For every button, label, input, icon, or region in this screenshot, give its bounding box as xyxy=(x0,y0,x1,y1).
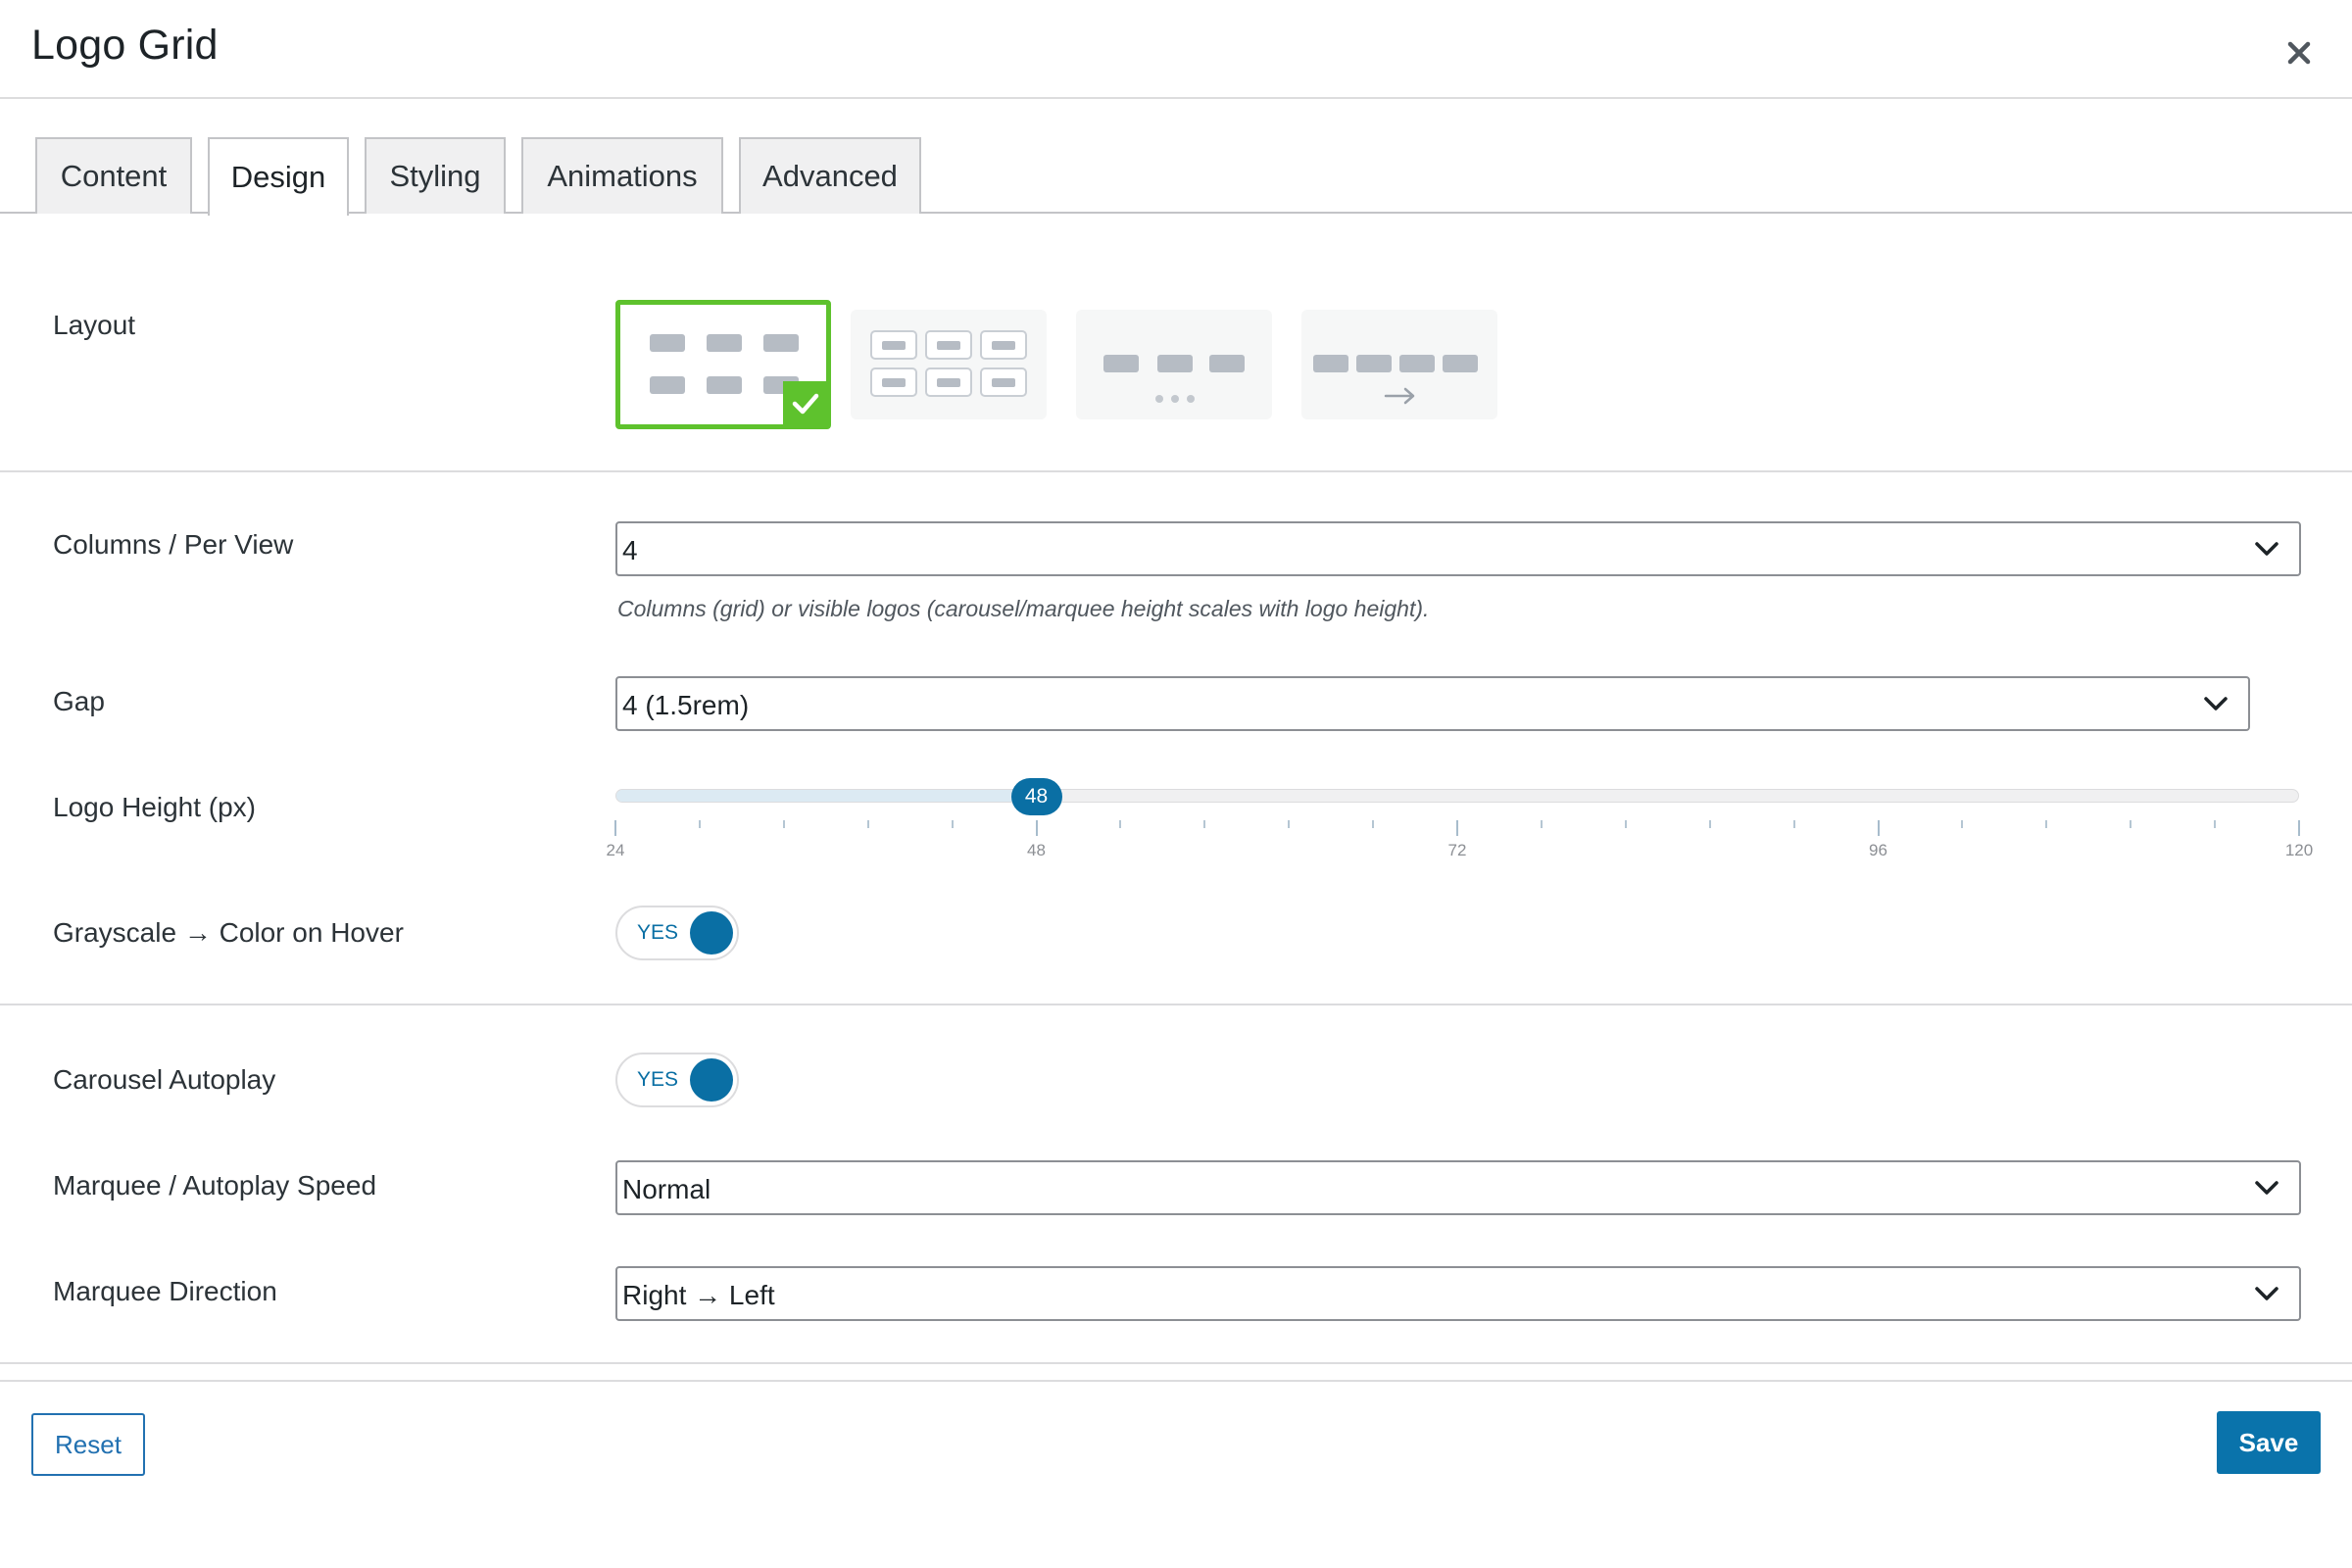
logo-height-label: Logo Height (px) xyxy=(53,792,257,822)
card-cell xyxy=(870,330,917,360)
logo-grid-modal: Logo Grid Content Design Styling Animati… xyxy=(0,0,2352,1568)
autoplay-toggle-text: YES xyxy=(637,1068,679,1091)
card-cell xyxy=(980,368,1027,397)
slider-tick xyxy=(1624,820,1627,828)
toggle-knob xyxy=(690,1058,733,1102)
toggle-knob xyxy=(690,911,733,955)
card-cell xyxy=(870,368,917,397)
carousel-block xyxy=(1157,355,1193,372)
columns-help-text: Columns (grid) or visible logos (carouse… xyxy=(617,596,1430,621)
slider-tick xyxy=(782,820,785,828)
speed-value: Normal xyxy=(622,1174,711,1204)
footer-divider xyxy=(0,1380,2352,1382)
card-cell xyxy=(925,368,972,397)
layout-option-grid[interactable] xyxy=(615,300,831,429)
slider-tick xyxy=(1792,820,1795,828)
slider-tick xyxy=(1456,820,1458,836)
slider-tick xyxy=(2130,820,2132,828)
grid-block xyxy=(650,334,685,352)
modal-title: Logo Grid xyxy=(31,22,219,69)
slider-tick xyxy=(1708,820,1711,828)
tab-content[interactable]: Content xyxy=(35,137,192,214)
autoplay-toggle[interactable]: YES xyxy=(615,1053,739,1107)
chevron-down-icon xyxy=(2255,542,2278,556)
grid-block xyxy=(763,334,799,352)
slider-tick xyxy=(1119,820,1122,828)
selected-check-badge xyxy=(783,381,828,426)
carousel-block xyxy=(1209,355,1245,372)
slider-tick xyxy=(698,820,701,828)
chevron-down-icon xyxy=(2204,697,2228,710)
columns-value: 4 xyxy=(622,535,638,565)
columns-label: Columns / Per View xyxy=(53,529,294,560)
slider-tick xyxy=(1540,820,1543,828)
gap-select[interactable]: 4 (1.5rem) xyxy=(615,676,2250,731)
slider-tick xyxy=(1877,820,1880,836)
check-icon xyxy=(792,393,819,415)
grid-block xyxy=(707,334,742,352)
columns-select[interactable]: 4 xyxy=(615,521,2301,576)
slider-tick-label: 72 xyxy=(1447,841,1467,859)
tab-advanced[interactable]: Advanced xyxy=(739,137,921,214)
slider-tick-label: 120 xyxy=(2284,841,2314,859)
carousel-block xyxy=(1103,355,1139,372)
marquee-block xyxy=(1356,355,1392,372)
grid-block xyxy=(707,376,742,394)
tab-styling[interactable]: Styling xyxy=(365,137,506,214)
tab-animations[interactable]: Animations xyxy=(521,137,723,214)
section-divider xyxy=(0,1362,2352,1364)
marquee-block xyxy=(1399,355,1435,372)
logo-height-slider-handle[interactable]: 48 xyxy=(1010,778,1062,815)
slider-tick xyxy=(1288,820,1291,828)
logo-height-slider-track[interactable] xyxy=(615,789,2299,803)
slider-tick xyxy=(866,820,869,828)
save-button[interactable]: Save xyxy=(2217,1411,2321,1474)
slider-tick xyxy=(614,820,616,836)
marquee-block xyxy=(1443,355,1478,372)
chevron-down-icon xyxy=(2255,1287,2278,1300)
grayscale-label: Grayscale → Color on Hover xyxy=(53,917,404,948)
slider-tick-label: 48 xyxy=(1027,841,1046,859)
slider-tick xyxy=(2214,820,2217,828)
layout-option-marquee[interactable] xyxy=(1301,310,1497,419)
speed-select[interactable]: Normal xyxy=(615,1160,2301,1215)
slider-tick xyxy=(1372,820,1375,828)
direction-value: Right → Left xyxy=(622,1280,775,1310)
tab-design[interactable]: Design xyxy=(208,137,349,216)
direction-label: Marquee Direction xyxy=(53,1276,277,1306)
card-cell xyxy=(980,330,1027,360)
layout-option-cards[interactable] xyxy=(851,310,1047,419)
slider-tick xyxy=(1961,820,1964,828)
slider-fill xyxy=(616,790,1038,802)
reset-button[interactable]: Reset xyxy=(31,1413,145,1476)
section-divider xyxy=(0,470,2352,472)
chevron-down-icon xyxy=(2255,1181,2278,1195)
close-icon xyxy=(2287,41,2311,65)
grayscale-toggle-text: YES xyxy=(637,921,679,944)
marquee-block xyxy=(1313,355,1348,372)
gap-label: Gap xyxy=(53,686,105,716)
slider-tick-label: 24 xyxy=(606,841,625,859)
direction-select[interactable]: Right → Left xyxy=(615,1266,2301,1321)
carousel-dots-icon xyxy=(1155,395,1195,403)
slider-tick-label: 96 xyxy=(1869,841,1887,859)
autoplay-label: Carousel Autoplay xyxy=(53,1064,276,1095)
slider-tick xyxy=(2298,820,2300,836)
slider-tick xyxy=(1203,820,1206,828)
gap-value: 4 (1.5rem) xyxy=(622,690,750,720)
card-cell xyxy=(925,330,972,360)
close-button[interactable] xyxy=(2276,29,2323,76)
grid-block xyxy=(650,376,685,394)
slider-tick xyxy=(951,820,954,828)
slider-tick xyxy=(2045,820,2048,828)
grayscale-toggle[interactable]: YES xyxy=(615,906,739,960)
slider-tick xyxy=(1035,820,1038,836)
layout-option-carousel[interactable] xyxy=(1076,310,1272,419)
layout-label: Layout xyxy=(53,310,136,340)
arrow-right-icon xyxy=(1384,387,1415,405)
tab-bar: Content Design Styling Animations Advanc… xyxy=(0,137,2352,216)
modal-header: Logo Grid xyxy=(0,0,2352,99)
speed-label: Marquee / Autoplay Speed xyxy=(53,1170,377,1200)
section-divider xyxy=(0,1004,2352,1005)
